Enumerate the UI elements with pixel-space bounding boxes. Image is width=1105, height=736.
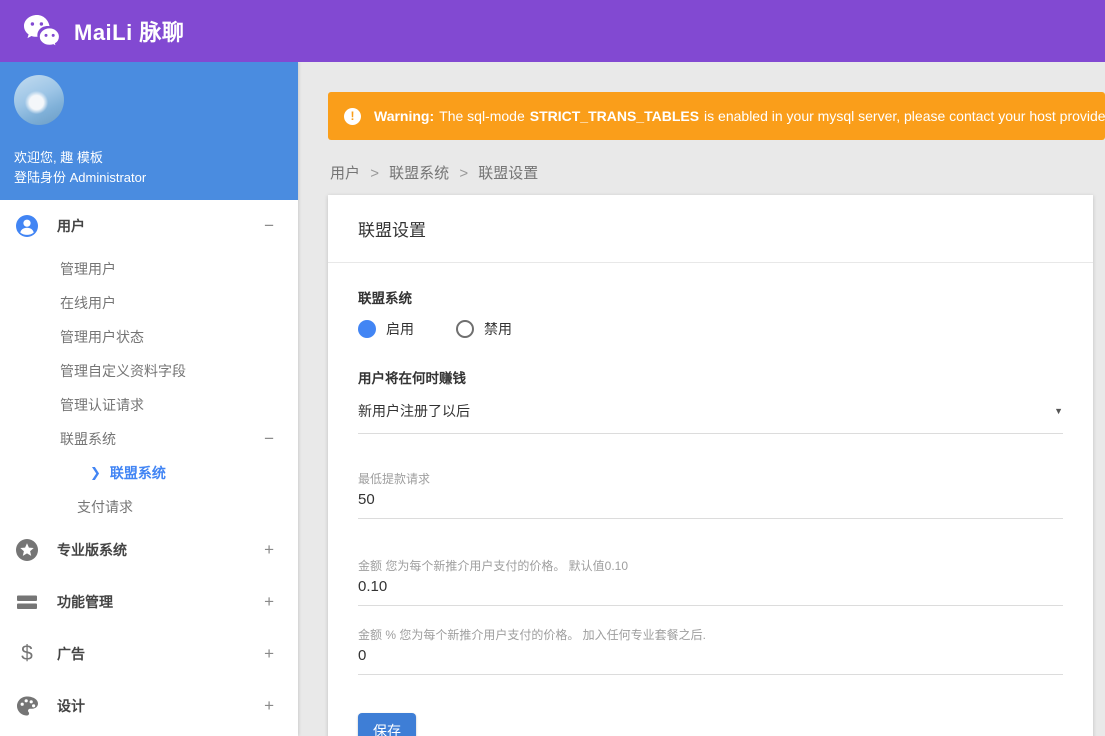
sidebar-item-label: 管理自定义资料字段 <box>60 363 186 379</box>
sidebar-item-affiliates-group[interactable]: 联盟系统 − <box>0 422 298 456</box>
sidebar-item-label: 支付请求 <box>77 499 133 515</box>
breadcrumb-separator: > <box>370 165 379 182</box>
sidebar-item-design[interactable]: 设计 + <box>0 680 298 732</box>
breadcrumb-current: 联盟设置 <box>478 165 539 182</box>
palette-icon <box>15 694 39 718</box>
sidebar-item-label: 用户 <box>57 218 85 234</box>
enable-radio[interactable]: 启用 <box>358 319 414 339</box>
expand-icon[interactable]: + <box>264 644 274 664</box>
referral-percent-group: 金额 % 您为每个新推介用户支付的价格。 加入任何专业套餐之后. <box>358 626 1063 675</box>
welcome-text: 欢迎您, 趣 模板 <box>14 150 103 165</box>
settings-form: 联盟系统 启用 禁用 用户将在何时赚钱 新用户注册了以后 ▼ 最低提款请求 50… <box>328 263 1093 736</box>
sidebar-item-label: 管理用户状态 <box>60 329 144 345</box>
min-withdrawal-input[interactable] <box>358 487 1063 519</box>
breadcrumb: 用户 > 联盟系统 > 联盟设置 <box>330 162 1105 183</box>
referral-percent-label: 金额 % 您为每个新推介用户支付的价格。 加入任何专业套餐之后. <box>358 628 707 642</box>
sidebar-item-manage-user-status[interactable]: 管理用户状态 <box>0 320 298 354</box>
main-content: ! Warning: The sql-mode STRICT_TRANS_TAB… <box>298 62 1105 736</box>
sidebar-item-label: 设计 <box>57 698 85 714</box>
warning-icon: ! <box>344 107 361 125</box>
earn-when-select[interactable]: 新用户注册了以后 ▼ <box>358 401 1063 434</box>
sidebar-item-features[interactable]: 功能管理 + <box>0 576 298 628</box>
app-title: MaiLi 脉聊 <box>74 20 185 45</box>
sidebar-item-label: 在线用户 <box>60 295 116 311</box>
expand-icon[interactable]: + <box>264 696 274 716</box>
breadcrumb-affiliates[interactable]: 联盟系统 <box>389 165 449 182</box>
sidebar-item-manage-custom-fields[interactable]: 管理自定义资料字段 <box>0 354 298 388</box>
sidebar-item-label: 管理用户 <box>60 261 116 277</box>
save-button[interactable]: 保存 <box>358 713 416 736</box>
sidebar-item-label: 联盟系统 <box>60 431 116 447</box>
sidebar-item-label: 广告 <box>57 646 85 662</box>
sidebar: 欢迎您, 趣 模板 登陆身份 Administrator 用户 − 管理用户 在… <box>0 62 298 736</box>
sidebar-item-label: 专业版系统 <box>57 542 127 558</box>
profile-panel: 欢迎您, 趣 模板 登陆身份 Administrator <box>0 62 298 200</box>
warning-text: is enabled in your mysql server, please … <box>704 108 1105 124</box>
breadcrumb-separator: > <box>459 165 469 182</box>
chevron-right-icon: ❯ <box>90 465 101 480</box>
sidebar-item-ads[interactable]: $ 广告 + <box>0 628 298 680</box>
sidebar-item-label: 联盟系统 <box>109 465 166 481</box>
warning-banner: ! Warning: The sql-mode STRICT_TRANS_TAB… <box>328 92 1105 140</box>
disable-radio-label: 禁用 <box>484 321 512 337</box>
sidebar-item-affiliates-settings[interactable]: ❯ 联盟系统 <box>0 456 298 490</box>
referral-amount-input[interactable] <box>358 574 1063 606</box>
sidebar-menu: 用户 − 管理用户 在线用户 管理用户状态 管理自定义资料字段 管理认证请求 联… <box>0 200 298 732</box>
dollar-icon: $ <box>21 642 33 665</box>
earn-when-label: 用户将在何时赚钱 <box>358 371 466 386</box>
referral-amount-label: 金额 您为每个新推介用户支付的价格。 默认值0.10 <box>358 559 629 573</box>
affiliate-settings-card: 联盟设置 联盟系统 启用 禁用 用户将在何时赚钱 新用户注册了以后 ▼ 最低提款… <box>328 195 1093 736</box>
wechat-logo-icon <box>22 13 62 49</box>
app-header: MaiLi 脉聊 <box>0 0 1105 62</box>
referral-percent-input[interactable] <box>358 643 1063 675</box>
affiliate-system-label: 联盟系统 <box>358 291 412 306</box>
collapse-icon[interactable]: − <box>264 429 274 449</box>
warning-label: Warning: <box>374 108 435 124</box>
sidebar-item-pro-system[interactable]: 专业版系统 + <box>0 524 298 576</box>
sidebar-item-online-users[interactable]: 在线用户 <box>0 286 298 320</box>
sidebar-item-payment-requests[interactable]: 支付请求 <box>0 490 298 524</box>
min-withdrawal-group: 最低提款请求 <box>358 470 1063 519</box>
min-withdrawal-label: 最低提款请求 <box>358 472 431 486</box>
avatar[interactable] <box>14 75 64 125</box>
collapse-icon[interactable]: − <box>264 216 274 236</box>
expand-icon[interactable]: + <box>264 540 274 560</box>
earn-when-group: 用户将在何时赚钱 新用户注册了以后 ▼ <box>358 367 1063 434</box>
breadcrumb-users[interactable]: 用户 <box>330 165 360 182</box>
star-icon <box>15 538 39 562</box>
role-text: 登陆身份 Administrator <box>14 170 147 185</box>
affiliate-system-group: 联盟系统 启用 禁用 <box>358 287 1063 339</box>
chevron-down-icon: ▼ <box>1054 406 1063 416</box>
warning-strong: STRICT_TRANS_TABLES <box>529 108 700 124</box>
warning-text: The sql-mode <box>439 108 525 124</box>
sidebar-item-manage-verifications[interactable]: 管理认证请求 <box>0 388 298 422</box>
radio-unchecked-icon[interactable] <box>456 320 474 338</box>
earn-when-value: 新用户注册了以后 <box>358 403 470 419</box>
card-title: 联盟设置 <box>328 195 1093 263</box>
disable-radio[interactable]: 禁用 <box>456 319 512 339</box>
sidebar-item-users[interactable]: 用户 − <box>0 200 298 252</box>
radio-checked-icon[interactable] <box>358 320 376 338</box>
sidebar-item-label: 管理认证请求 <box>60 397 144 413</box>
referral-amount-group: 金额 您为每个新推介用户支付的价格。 默认值0.10 <box>358 557 1063 606</box>
bars-icon <box>15 590 39 614</box>
user-icon <box>15 214 39 238</box>
sidebar-item-manage-users[interactable]: 管理用户 <box>0 252 298 286</box>
enable-radio-label: 启用 <box>386 321 414 337</box>
expand-icon[interactable]: + <box>264 592 274 612</box>
sidebar-item-label: 功能管理 <box>57 594 113 610</box>
